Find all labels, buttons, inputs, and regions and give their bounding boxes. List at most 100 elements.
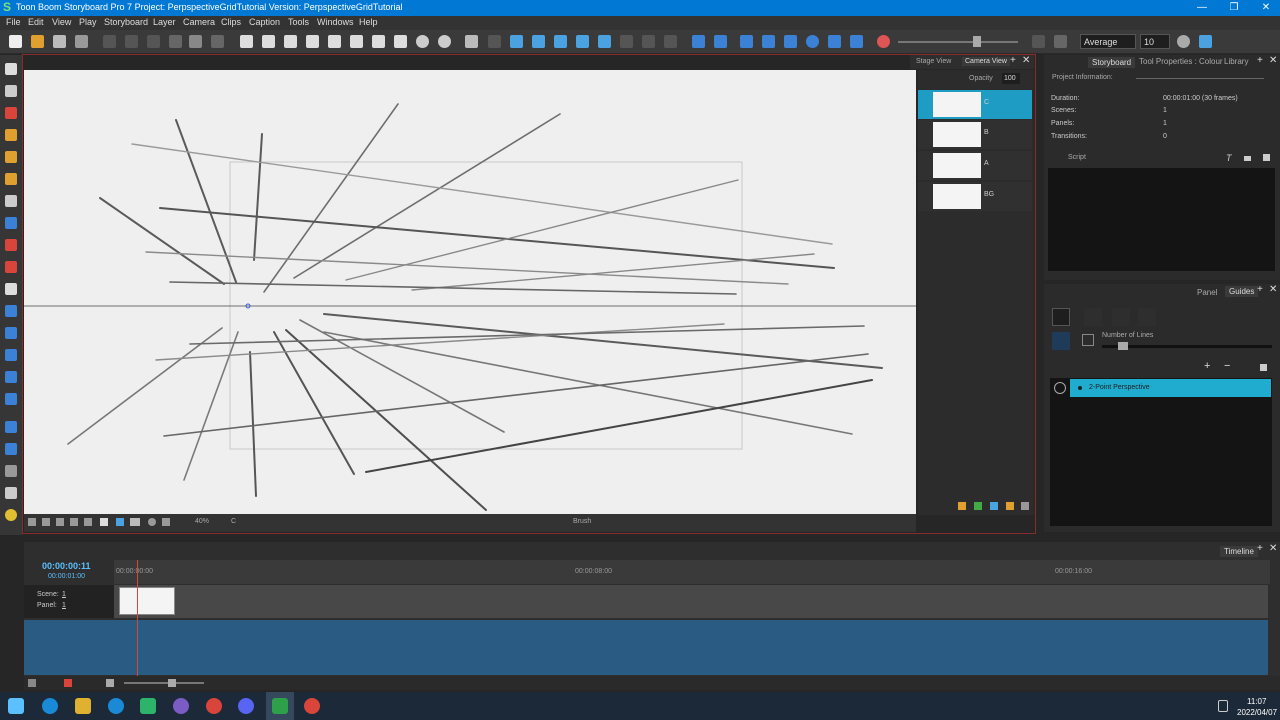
reset-view-icon[interactable] — [148, 518, 156, 526]
tab-timeline[interactable]: Timeline — [1220, 546, 1258, 557]
next-panel-icon[interactable] — [714, 35, 727, 48]
delete-icon[interactable] — [169, 35, 182, 48]
guide-menu-icon[interactable] — [1260, 364, 1267, 371]
zoom-in-icon[interactable] — [416, 35, 429, 48]
brush-size-field[interactable]: 10 — [1140, 34, 1170, 49]
obs-icon[interactable] — [304, 698, 320, 714]
eraser-tool-icon[interactable] — [5, 173, 17, 185]
stage-view-icon[interactable] — [262, 35, 275, 48]
panel-thumbnail[interactable] — [119, 587, 175, 615]
tab-storyboard[interactable]: Storyboard — [1088, 57, 1136, 68]
skew-icon[interactable] — [576, 35, 589, 48]
keyframe-icon[interactable] — [620, 35, 633, 48]
tab-guides[interactable]: Guides — [1225, 286, 1259, 297]
minimize-icon[interactable]: — — [1186, 0, 1218, 16]
paste-icon[interactable] — [147, 35, 160, 48]
zoom-slider-handle[interactable] — [168, 679, 176, 687]
add-layer-tool-icon[interactable] — [5, 443, 17, 455]
slider-handle[interactable] — [1118, 342, 1128, 350]
add-bitmap-layer-icon[interactable] — [974, 502, 982, 510]
tab-stage-view[interactable]: Stage View — [916, 58, 951, 65]
stamp-tool-icon[interactable] — [5, 151, 17, 163]
menu-tools[interactable]: Tools — [288, 17, 309, 27]
zoom-level[interactable]: 40% — [195, 518, 209, 525]
menu-help[interactable]: Help — [359, 17, 378, 27]
cut-icon[interactable] — [103, 35, 116, 48]
current-time[interactable]: 00:00:00:11 — [42, 561, 91, 571]
playhead[interactable] — [137, 560, 138, 676]
record-icon[interactable] — [877, 35, 890, 48]
layer-row[interactable]: B — [918, 120, 1032, 149]
rotate-icon[interactable] — [532, 35, 545, 48]
pan-icon[interactable] — [598, 35, 611, 48]
save-all-icon[interactable] — [75, 35, 88, 48]
timeline-ruler[interactable]: 00:00:00:00 00:00:08:00 00:00:16:00 — [114, 560, 1270, 584]
layer-row[interactable]: A — [918, 151, 1032, 180]
app-icon[interactable] — [108, 698, 124, 714]
add-group-icon[interactable] — [990, 502, 998, 510]
playback-slider-handle[interactable] — [973, 36, 981, 47]
1-point-perspective-icon[interactable] — [1112, 308, 1130, 326]
delete-layer-icon[interactable] — [1021, 502, 1029, 510]
layer-tool-icon[interactable] — [5, 421, 17, 433]
open-icon[interactable] — [31, 35, 44, 48]
gear-icon[interactable] — [1177, 35, 1190, 48]
view-mode-icon[interactable] — [28, 518, 36, 526]
menu-camera[interactable]: Camera — [183, 17, 215, 27]
tab-panel[interactable]: Panel — [1197, 288, 1217, 297]
scene-value[interactable]: 1 — [62, 591, 66, 598]
new-icon[interactable] — [9, 35, 22, 48]
project-info-header[interactable]: Project Information: — [1052, 74, 1113, 81]
script-area[interactable] — [1048, 168, 1275, 271]
timeline-audio-track[interactable] — [24, 620, 1268, 675]
ease-icon[interactable] — [664, 35, 677, 48]
copy-icon[interactable] — [125, 35, 138, 48]
remove-guide-icon[interactable]: − — [1224, 360, 1230, 372]
zoom-out-icon[interactable] — [438, 35, 451, 48]
browser-icon[interactable] — [173, 698, 189, 714]
panel-add-icon[interactable]: + — [1257, 55, 1263, 66]
hand-tool-icon[interactable] — [5, 283, 17, 295]
save-icon[interactable] — [53, 35, 66, 48]
timeline-icon[interactable] — [394, 35, 407, 48]
tab-tool-properties[interactable]: Tool Properties : Colour — [1139, 57, 1223, 66]
grid-icon[interactable] — [284, 35, 297, 48]
close-icon[interactable]: ✕ — [1250, 0, 1280, 16]
transform-icon[interactable] — [510, 35, 523, 48]
guides-add-icon[interactable]: + — [1257, 284, 1263, 295]
menu-file[interactable]: File — [6, 17, 21, 27]
guide-list-item[interactable]: 2-Point Perspective — [1070, 379, 1271, 397]
3d-icon[interactable] — [465, 35, 478, 48]
discord-icon[interactable] — [238, 698, 254, 714]
undo-icon[interactable] — [189, 35, 202, 48]
rectangle-tool-icon[interactable] — [5, 217, 17, 229]
pen-tray-icon[interactable] — [1218, 700, 1228, 712]
timeline-track[interactable] — [24, 585, 1268, 618]
cutter-tool-icon[interactable] — [5, 305, 17, 317]
file-explorer-icon[interactable] — [75, 698, 91, 714]
onion-skin-icon[interactable] — [70, 518, 78, 526]
trash-icon[interactable] — [5, 465, 17, 477]
menu-layer[interactable]: Layer — [153, 17, 176, 27]
timeline-option-icon[interactable] — [28, 679, 36, 687]
timeline-close-icon[interactable]: ✕ — [1269, 543, 1277, 554]
transform-tool-icon[interactable] — [5, 349, 17, 361]
play-icon[interactable] — [784, 35, 797, 48]
2-point-perspective-icon[interactable] — [1138, 308, 1156, 326]
previous-panel-icon[interactable] — [692, 35, 705, 48]
menu-edit[interactable]: Edit — [28, 17, 44, 27]
scale-icon[interactable] — [554, 35, 567, 48]
morph-tool-icon[interactable] — [5, 327, 17, 339]
grid-guide-icon[interactable] — [1082, 334, 1094, 346]
timeline-marker-icon[interactable] — [64, 679, 72, 687]
contour-editor-icon[interactable] — [5, 85, 17, 97]
timeline-zoom-slider[interactable] — [124, 682, 204, 684]
pressure-icon[interactable] — [1199, 35, 1212, 48]
brush-mode-select[interactable]: Average — [1080, 34, 1136, 49]
redo-icon[interactable] — [211, 35, 224, 48]
opacity-field[interactable]: 100 — [1002, 73, 1020, 84]
restore-icon[interactable]: ❐ — [1218, 0, 1250, 16]
first-frame-icon[interactable] — [740, 35, 753, 48]
sound-icon[interactable] — [828, 35, 841, 48]
text-tool-icon[interactable] — [5, 195, 17, 207]
